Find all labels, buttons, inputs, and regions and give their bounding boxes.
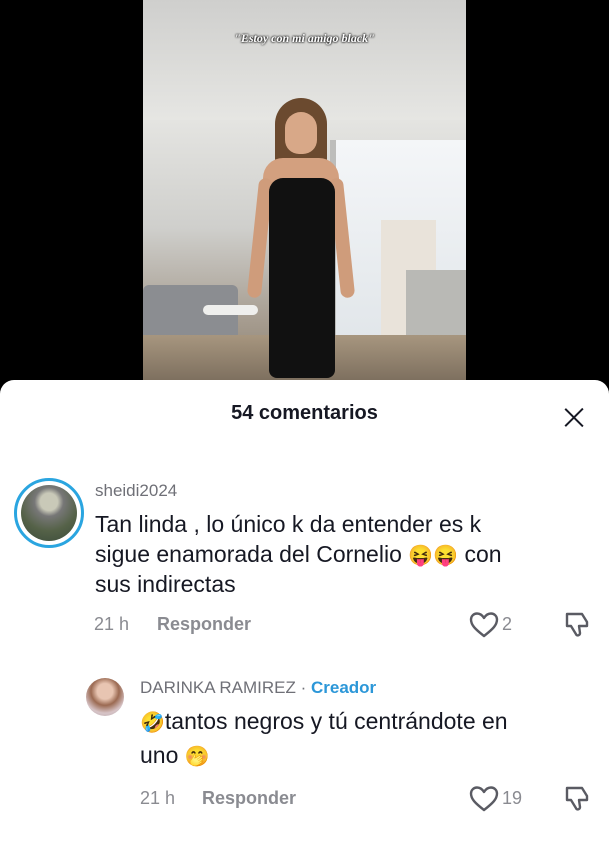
heart-outline-icon[interactable] (469, 785, 499, 813)
creator-badge: Creador (310, 678, 377, 697)
video-frame[interactable]: "Estoy con mi amigo black" (143, 0, 466, 380)
heart-outline-icon[interactable] (469, 611, 499, 639)
comment-text: sigue enamorada del Cornelio 😝😝 con (95, 539, 502, 571)
video-player[interactable]: "Estoy con mi amigo black" (0, 0, 609, 400)
close-icon[interactable] (563, 406, 585, 428)
comment-username-row: DARINKA RAMIREZ · Creador (140, 678, 376, 698)
emoji: 🤣 (140, 712, 165, 734)
emoji: 😝😝 (408, 545, 459, 567)
side-table (203, 305, 258, 315)
comment-text-line: tantos negros y tú centrándote en (164, 708, 508, 734)
comment-text: 🤣tantos negros y tú centrándote en (140, 706, 508, 738)
reply-button[interactable]: Responder (202, 788, 296, 809)
video-caption: "Estoy con mi amigo black" (234, 31, 375, 45)
avatar[interactable] (14, 478, 84, 548)
like-count: 19 (502, 788, 523, 808)
comment-text: Tan linda , lo único k da entender es k (95, 509, 481, 539)
avatar[interactable] (86, 678, 124, 716)
person-figure (246, 98, 356, 380)
comments-count-title: 54 comentarios (231, 402, 378, 424)
dislike-icon[interactable] (562, 784, 592, 814)
comment-text: uno 🤭 (140, 740, 210, 772)
dislike-icon[interactable] (562, 610, 592, 640)
comment-text-line: Tan linda , lo único k da entender es k (95, 511, 482, 537)
comment-username[interactable]: DARINKA RAMIREZ (140, 678, 296, 697)
emoji: 🤭 (184, 746, 210, 768)
face (285, 112, 317, 154)
comment-timestamp: 21 h (94, 614, 130, 634)
reply-button[interactable]: Responder (157, 614, 251, 635)
comment-text-line: uno (140, 742, 179, 768)
comment-text: sus indirectas (95, 569, 236, 599)
dress (269, 178, 335, 378)
separator: · (295, 678, 311, 697)
comments-sheet: 54 comentarios sheidi2024 Tan linda , lo… (0, 380, 609, 841)
like-count: 2 (502, 614, 513, 634)
avatar-image (21, 485, 77, 541)
comment-username[interactable]: sheidi2024 (95, 481, 177, 501)
comment-text-line: sigue enamorada del Cornelio (95, 541, 402, 567)
comment-text-line: con (458, 541, 502, 567)
comment-timestamp: 21 h (140, 788, 176, 808)
comment-text-line: sus indirectas (95, 571, 236, 597)
